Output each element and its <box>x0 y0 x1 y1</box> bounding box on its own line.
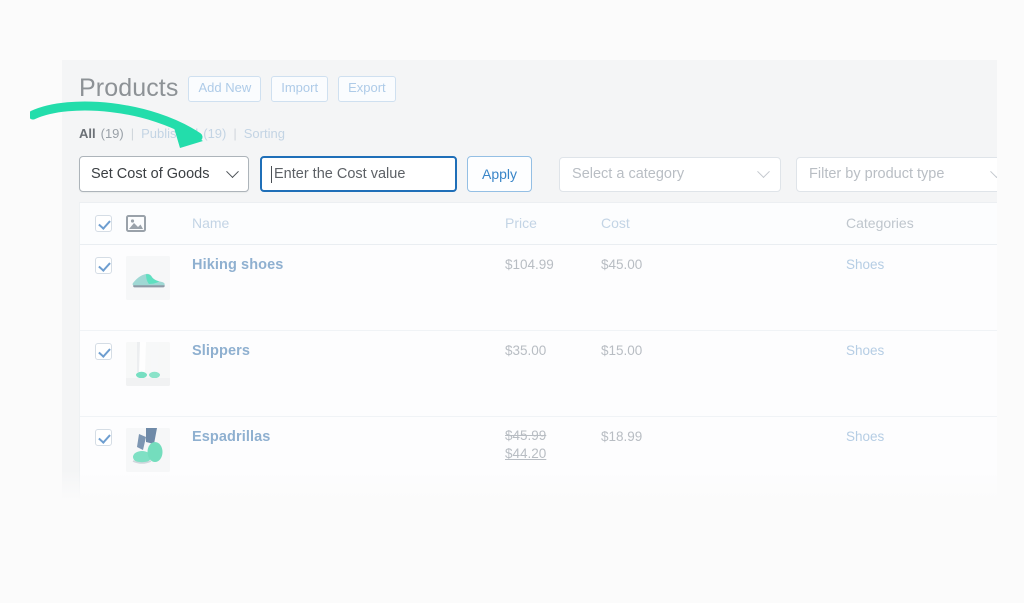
screenshot-root: Products Add New Import Export All (19) … <box>0 0 1024 603</box>
row-price-cell: $104.99 <box>505 257 554 272</box>
category-link[interactable]: Shoes <box>846 429 884 444</box>
bulk-action-select-value: Set Cost of Goods <box>91 166 210 182</box>
image-column-header <box>126 215 192 232</box>
chevron-down-icon <box>990 164 997 178</box>
products-admin-panel: Products Add New Import Export All (19) … <box>62 60 997 500</box>
row-categories-cell: Shoes <box>846 245 997 274</box>
bulk-action-select[interactable]: Set Cost of Goods <box>79 156 249 192</box>
category-link[interactable]: Shoes <box>846 257 884 272</box>
chevron-down-icon <box>757 164 770 178</box>
row-cost-cell: $15.00 <box>601 343 643 358</box>
products-table: Name Price Cost Categories Hiking shoes … <box>79 202 997 500</box>
table-row: Hiking shoes $104.99 $45.00 Shoes <box>80 245 997 331</box>
row-select-cell <box>80 417 126 446</box>
row-thumbnail-cell <box>126 331 192 386</box>
name-column-header[interactable]: Name <box>192 215 505 233</box>
category-link[interactable]: Shoes <box>846 343 884 358</box>
image-placeholder-icon <box>126 215 146 232</box>
cost-column-header[interactable]: Cost <box>601 215 846 233</box>
price-column-header[interactable]: Price <box>505 215 601 233</box>
filter-separator-1: | <box>130 126 135 141</box>
row-cost-cell: $45.00 <box>601 257 643 272</box>
row-select-cell <box>80 245 126 274</box>
row-categories-cell: Shoes <box>846 331 997 360</box>
table-row: Espadrillas $45.99 $44.20 $18.99 Shoes <box>80 417 997 500</box>
categories-column-header: Categories <box>846 214 914 231</box>
chevron-down-icon <box>226 164 239 178</box>
row-categories-cell: Shoes <box>846 417 997 446</box>
filter-published-count: (19) <box>203 126 227 141</box>
category-filter-value: Select a category <box>572 166 685 182</box>
export-button[interactable]: Export <box>338 76 396 102</box>
row-checkbox[interactable] <box>94 429 112 446</box>
table-row: Slippers $35.00 $15.00 Shoes <box>80 331 997 417</box>
cost-value-input[interactable]: Enter the Cost value <box>260 156 457 192</box>
row-select-cell <box>80 331 126 360</box>
row-checkbox[interactable] <box>94 343 112 360</box>
row-cost-cell: $18.99 <box>601 429 643 444</box>
status-filter-links: All (19) | Published (19) | Sorting <box>79 126 285 141</box>
page-header: Products Add New Import Export <box>79 76 396 102</box>
table-header-row: Name Price Cost Categories <box>80 203 997 245</box>
product-type-filter-select[interactable]: Filter by product type <box>796 156 997 192</box>
filter-separator-2: | <box>233 126 237 141</box>
row-name-cell[interactable]: Hiking shoes <box>192 245 505 274</box>
row-price-cell: $45.99 $44.20 <box>505 417 601 461</box>
row-checkbox[interactable] <box>94 257 112 274</box>
filter-all-label[interactable]: All <box>79 126 96 141</box>
select-all-checkbox[interactable] <box>94 215 112 232</box>
add-new-button[interactable]: Add New <box>188 76 262 102</box>
product-type-filter-value: Filter by product type <box>809 166 945 182</box>
sale-price: $44.20 <box>505 446 547 461</box>
import-button[interactable]: Import <box>271 76 329 102</box>
category-filter-select[interactable]: Select a category <box>559 156 782 192</box>
select-all-cell <box>80 215 126 232</box>
filter-sorting-link[interactable]: Sorting <box>244 126 285 141</box>
row-price-cell: $35.00 <box>505 343 547 358</box>
product-thumbnail-espadrilles <box>126 428 170 472</box>
apply-button[interactable]: Apply <box>467 156 533 192</box>
bulk-actions-bar: Set Cost of Goods Enter the Cost value A… <box>79 156 997 192</box>
page-title: Products <box>79 74 179 103</box>
row-name-cell[interactable]: Espadrillas <box>192 417 505 446</box>
filter-published-label[interactable]: Published <box>141 126 198 141</box>
filter-all-count: (19) <box>100 126 124 141</box>
product-thumbnail-sneaker <box>126 256 170 300</box>
cost-value-placeholder: Enter the Cost value <box>274 166 406 182</box>
row-thumbnail-cell <box>126 417 192 472</box>
row-thumbnail-cell <box>126 245 192 300</box>
regular-price: $45.99 <box>505 428 547 443</box>
product-thumbnail-slippers <box>126 342 170 386</box>
text-cursor <box>271 165 272 183</box>
row-name-cell[interactable]: Slippers <box>192 331 505 360</box>
